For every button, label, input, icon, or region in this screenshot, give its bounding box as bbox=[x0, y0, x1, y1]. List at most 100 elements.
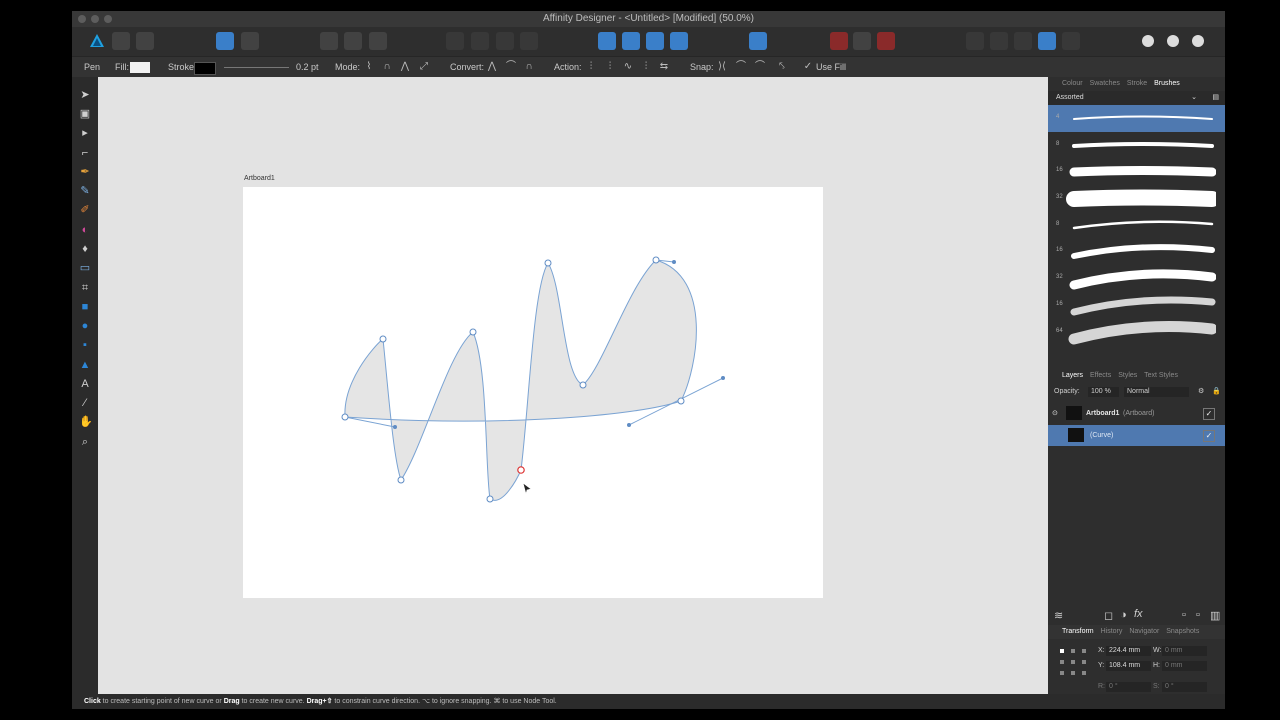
add-layer-icon[interactable]: ▫ bbox=[1182, 609, 1186, 621]
blend-mode-select[interactable]: Normal bbox=[1124, 387, 1189, 397]
artboard-label[interactable]: Artboard1 bbox=[244, 175, 275, 182]
brush-item[interactable]: 32 bbox=[1048, 265, 1225, 292]
tab-brushes[interactable]: Brushes bbox=[1154, 80, 1180, 87]
handle-point[interactable] bbox=[627, 423, 631, 427]
zoom-window-button[interactable] bbox=[104, 15, 112, 23]
gear-icon[interactable]: ⚙ bbox=[1198, 384, 1204, 400]
studio-3-icon[interactable] bbox=[1192, 35, 1204, 47]
snap-option-3-icon[interactable]: ⌒ bbox=[755, 62, 765, 72]
curve-node[interactable] bbox=[652, 256, 660, 264]
w-field[interactable]: 0 mm bbox=[1162, 646, 1207, 656]
curve-node[interactable] bbox=[469, 328, 477, 336]
brush-item[interactable]: 16 bbox=[1048, 158, 1225, 185]
handle-point[interactable] bbox=[672, 260, 676, 264]
flip-horizontal-icon[interactable] bbox=[598, 32, 616, 50]
y-field[interactable]: 108.4 mm bbox=[1106, 661, 1151, 671]
layer-visibility-checkbox[interactable]: ✓ bbox=[1203, 430, 1215, 442]
fill-swatch[interactable] bbox=[130, 62, 150, 73]
brush-item[interactable]: 4 bbox=[1048, 105, 1225, 132]
selected-node[interactable] bbox=[517, 466, 525, 474]
place-image-tool-icon[interactable]: ▭ bbox=[79, 262, 91, 274]
view-mode-icon[interactable] bbox=[320, 32, 338, 50]
brush-category-select[interactable]: Assorted ⌄ ▤ bbox=[1048, 91, 1225, 105]
snap-option-2-icon[interactable]: ⌒ bbox=[736, 62, 746, 72]
handle-point[interactable] bbox=[721, 376, 725, 380]
tab-history[interactable]: History bbox=[1101, 628, 1123, 635]
action-smooth-icon[interactable]: ∿ bbox=[623, 62, 633, 72]
anchor-grid-icon[interactable] bbox=[1058, 647, 1088, 677]
tab-transform[interactable]: Transform bbox=[1062, 628, 1094, 635]
convert-smooth-icon[interactable]: ⌒ bbox=[506, 62, 516, 72]
curve-node[interactable] bbox=[579, 381, 587, 389]
snapping-grid-icon[interactable] bbox=[830, 32, 848, 50]
artboard-tool-icon[interactable]: ▣ bbox=[79, 108, 91, 120]
document-setup-icon[interactable] bbox=[241, 32, 259, 50]
color-picker-tool-icon[interactable]: ⁄ bbox=[79, 397, 91, 409]
canvas[interactable]: Artboard1 bbox=[98, 77, 1048, 694]
view-mode-3-icon[interactable] bbox=[369, 32, 387, 50]
convert-sharp-icon[interactable]: ⋀ bbox=[487, 62, 497, 72]
action-reverse-icon[interactable]: ⇆ bbox=[659, 62, 669, 72]
fill-tool-icon[interactable]: ◐ bbox=[79, 224, 91, 236]
curve-drawing[interactable] bbox=[243, 187, 823, 598]
brush-item[interactable]: 16 bbox=[1048, 238, 1225, 265]
transparency-tool-icon[interactable]: ♦ bbox=[79, 243, 91, 255]
layer-row-artboard[interactable]: ⊙ Artboard1 (Artboard) ✓ bbox=[1048, 403, 1225, 424]
rotation-field[interactable]: 0 ° bbox=[1106, 682, 1151, 692]
action-close-icon[interactable]: ⫶ bbox=[605, 62, 615, 72]
artboard[interactable] bbox=[243, 187, 823, 598]
arrange-back-icon[interactable] bbox=[446, 32, 464, 50]
opacity-field[interactable]: 100 % bbox=[1088, 387, 1119, 397]
brush-item[interactable]: 8 bbox=[1048, 132, 1225, 159]
boolean-xor-icon[interactable] bbox=[1038, 32, 1056, 50]
rotate-right-icon[interactable] bbox=[670, 32, 688, 50]
move-tool-icon[interactable]: ➤ bbox=[79, 89, 91, 101]
snap-option-1-icon[interactable]: ⟩⟨ bbox=[717, 62, 727, 72]
x-field[interactable]: 224.4 mm bbox=[1106, 646, 1151, 656]
expand-arrow-icon[interactable]: ⊙ bbox=[1052, 403, 1058, 424]
corner-tool-icon[interactable]: ⌐ bbox=[79, 147, 91, 159]
duplicate-layer-icon[interactable]: ▫ bbox=[1196, 609, 1200, 621]
boolean-add-icon[interactable] bbox=[966, 32, 984, 50]
boolean-intersect-icon[interactable] bbox=[1014, 32, 1032, 50]
artistic-text-tool-icon[interactable]: A bbox=[79, 378, 91, 390]
stroke-width-value[interactable]: 0.2 pt bbox=[296, 57, 319, 77]
mode-smart-icon[interactable]: ∩ bbox=[382, 62, 392, 72]
snapping-magnet-icon[interactable] bbox=[877, 32, 895, 50]
pixel-persona-icon[interactable] bbox=[112, 32, 130, 50]
arrange-forward-icon[interactable] bbox=[496, 32, 514, 50]
curve-node[interactable] bbox=[486, 495, 494, 503]
tab-styles[interactable]: Styles bbox=[1118, 372, 1137, 379]
curve-node[interactable] bbox=[677, 397, 685, 405]
tab-text-styles[interactable]: Text Styles bbox=[1144, 372, 1178, 379]
layer-visibility-checkbox[interactable]: ✓ bbox=[1203, 408, 1215, 420]
rotate-left-icon[interactable] bbox=[646, 32, 664, 50]
boolean-divide-icon[interactable] bbox=[1062, 32, 1080, 50]
assistant-icon[interactable] bbox=[216, 32, 234, 50]
tab-navigator[interactable]: Navigator bbox=[1129, 628, 1159, 635]
studio-icon[interactable] bbox=[1142, 35, 1154, 47]
tab-effects[interactable]: Effects bbox=[1090, 372, 1111, 379]
handle-point[interactable] bbox=[393, 425, 397, 429]
tab-stroke[interactable]: Stroke bbox=[1127, 80, 1147, 87]
adjustment-icon[interactable]: ◑ bbox=[1120, 609, 1127, 621]
mode-polygon-icon[interactable]: ⋀ bbox=[400, 62, 410, 72]
action-join-icon[interactable]: ⫶ bbox=[641, 62, 651, 72]
layer-row-curve[interactable]: (Curve) ✓ bbox=[1048, 425, 1225, 446]
mode-pen-icon[interactable]: ⌇ bbox=[364, 62, 374, 72]
tab-snapshots[interactable]: Snapshots bbox=[1166, 628, 1199, 635]
crop-tool-icon[interactable]: ⌗ bbox=[79, 282, 91, 294]
ellipse-tool-icon[interactable]: ● bbox=[79, 320, 91, 332]
export-persona-icon[interactable] bbox=[136, 32, 154, 50]
minimize-window-button[interactable] bbox=[91, 15, 99, 23]
snap-option-4-icon[interactable]: ⤣ bbox=[777, 62, 787, 72]
flip-vertical-icon[interactable] bbox=[622, 32, 640, 50]
panel-menu-icon[interactable]: ▤ bbox=[1212, 91, 1219, 105]
curve-node[interactable] bbox=[341, 413, 349, 421]
boolean-subtract-icon[interactable] bbox=[990, 32, 1008, 50]
zoom-tool-icon[interactable]: ⌕ bbox=[79, 436, 91, 448]
triangle-tool-icon[interactable]: ▲ bbox=[79, 359, 91, 371]
curve-node[interactable] bbox=[397, 476, 405, 484]
shear-field[interactable]: 0 ° bbox=[1162, 682, 1207, 692]
close-window-button[interactable] bbox=[78, 15, 86, 23]
